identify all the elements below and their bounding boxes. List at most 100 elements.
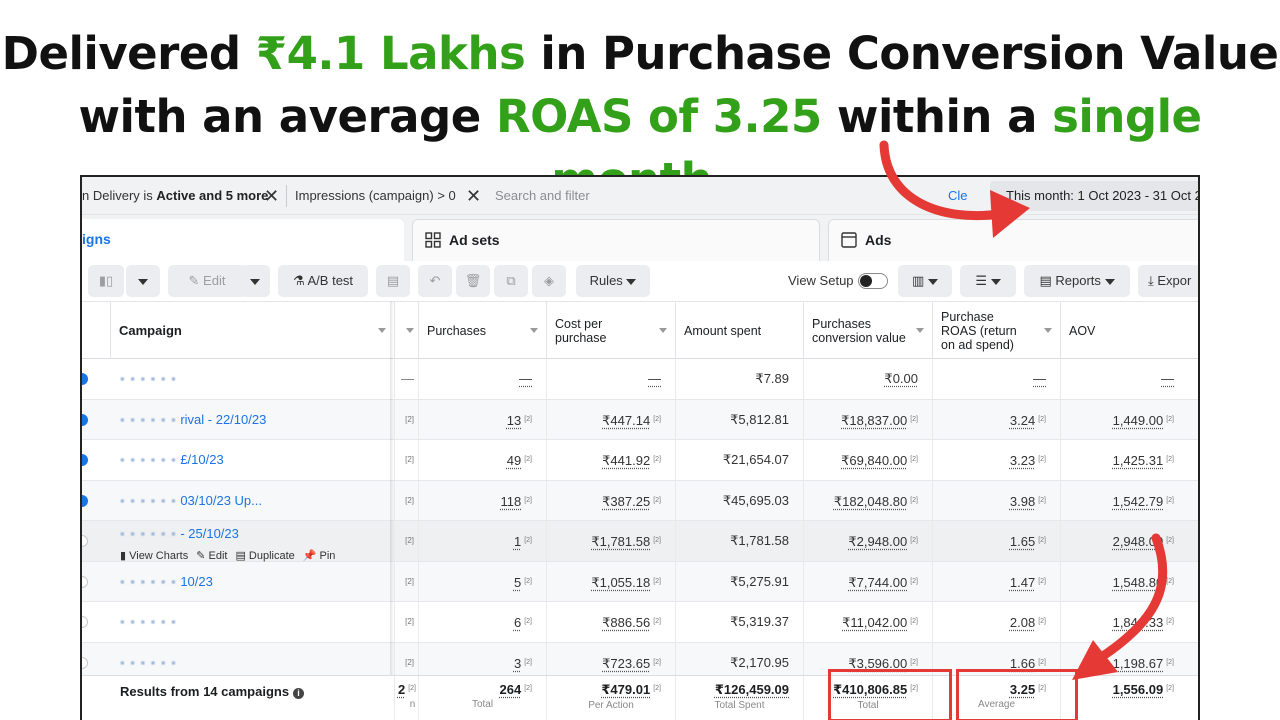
column-header-amount-spent[interactable]: Amount spent (675, 302, 803, 360)
undo-button[interactable]: ↶ (418, 265, 452, 297)
column-header-campaign[interactable]: Campaign (110, 302, 394, 360)
cell-purchases: — (418, 359, 546, 399)
highlight-box-total-value (828, 669, 952, 720)
cell-spent: ₹45,695.03 (675, 480, 803, 521)
tab-ads[interactable]: Ads (828, 219, 1198, 261)
search-input[interactable]: Search and filter (495, 183, 590, 209)
table-row[interactable]: ▪ ▪ ▪ ▪ ▪ ▪ - 25/10/23 ▮ View Charts ✎ Edi… (82, 521, 1198, 562)
status-toggle[interactable] (82, 535, 88, 547)
select-all-column[interactable] (82, 302, 110, 360)
cell-roas: 1.65 [2] (932, 521, 1060, 561)
total-amount-spent: ₹126,459.09 Total Spent (675, 676, 803, 720)
cell-value: ₹1,055.18 (591, 574, 651, 590)
filter-chip-impressions[interactable]: Impressions (campaign) > 0 (295, 183, 456, 209)
table-row[interactable]: ▪ ▪ ▪ ▪ ▪ ▪ £/10/23 [2] 49 [2] ₹441.92 [2] ₹21… (82, 440, 1198, 481)
filter-bar: n Delivery is Active and 5 more ✕ Impres… (82, 177, 1198, 215)
column-header-cost-per-purchase[interactable]: Cost per purchase (546, 302, 675, 360)
delete-button[interactable]: 🗑 (456, 265, 490, 297)
edit-dropdown-button[interactable] (240, 265, 270, 297)
pin-link[interactable]: 📌 Pin (303, 550, 336, 562)
rules-button[interactable]: Rules (576, 265, 650, 297)
preview-button[interactable]: ⧉ (494, 265, 528, 297)
breakdown-button[interactable]: ☰ (960, 265, 1016, 297)
cell-value: — (648, 371, 661, 386)
divider (286, 185, 287, 207)
campaign-name-link[interactable]: ▪ ▪ ▪ ▪ ▪ ▪ £/10/23 (120, 440, 224, 480)
cell-value: ₹7.89 (755, 371, 789, 386)
tab-campaigns[interactable]: igns (82, 219, 404, 261)
date-range-picker[interactable]: This month: 1 Oct 2023 - 31 Oct 2023 (990, 181, 1198, 211)
cell-value: 3.23 (1009, 453, 1036, 468)
cell-value: — (1033, 371, 1046, 386)
note-marker: [2] (1166, 415, 1174, 423)
filter-chip-delivery[interactable]: n Delivery is Active and 5 more (82, 183, 268, 209)
status-toggle[interactable] (82, 575, 88, 588)
view-charts-link[interactable]: ▮ View Charts (120, 550, 188, 562)
status-toggle[interactable] (82, 656, 88, 669)
cell-value: ₹441.92 (602, 453, 651, 468)
cell-value: [2] (405, 536, 414, 545)
status-toggle[interactable] (82, 413, 88, 426)
campaign-name-link[interactable]: ▪ ▪ ▪ ▪ ▪ ▪ 10/23 (120, 562, 213, 602)
chevron-down-icon (626, 278, 637, 285)
cell-value: 2,948.00 (1112, 534, 1164, 549)
view-setup-toggle[interactable] (858, 273, 888, 289)
cell-roas: 2.08 [2] (932, 602, 1060, 642)
clear-link[interactable]: Cle (948, 183, 968, 209)
table-row[interactable]: ▪ ▪ ▪ ▪ ▪ ▪ — — — ₹7.89 ₹0.00 — — (82, 359, 1198, 400)
total-cost-per-purchase: ₹479.01 [2] Per Action (546, 676, 675, 720)
note-marker: [2] (653, 415, 661, 423)
column-header-purchases[interactable]: Purchases (418, 302, 546, 360)
status-toggle[interactable] (82, 454, 88, 466)
status-toggle[interactable] (82, 616, 88, 628)
cell-purchases: 5 [2] (418, 561, 546, 602)
cell-value: ₹21,654.07 (722, 452, 789, 467)
info-icon[interactable]: i (293, 688, 305, 699)
copy-button[interactable]: ▮▯ (88, 265, 124, 297)
duplicate-link[interactable]: ▤ Duplicate (235, 550, 294, 562)
cell-value: ₹7,744.00 [2] (803, 561, 932, 602)
ab-test-button[interactable]: ⚗ A/B test (278, 265, 368, 297)
copy-dropdown-button[interactable] (126, 265, 160, 297)
status-toggle[interactable] (82, 494, 88, 507)
columns-button[interactable]: ▥ (898, 265, 952, 297)
column-header-purchase-roas[interactable]: Purchase ROAS (return on ad spend) (932, 302, 1060, 360)
campaign-name-link[interactable]: ▪ ▪ ▪ ▪ ▪ ▪ - 25/10/23 (120, 514, 239, 554)
edit-link[interactable]: ✎ Edit (196, 550, 227, 562)
close-icon[interactable]: ✕ (466, 183, 481, 209)
column-header-aov[interactable]: AOV (1060, 302, 1188, 360)
close-icon[interactable]: ✕ (264, 183, 279, 209)
column-header-purchases-conversion-value[interactable]: Purchases conversion value (803, 302, 932, 360)
table-row[interactable]: ▪ ▪ ▪ ▪ ▪ ▪ [2] 6 [2] ₹886.56 [2] ₹5,319.37 ₹1… (82, 602, 1198, 643)
table-row[interactable]: ▪ ▪ ▪ ▪ ▪ ▪ 03/10/23 Up... [2] 118 [2] ₹387.… (82, 480, 1198, 521)
status-toggle[interactable] (82, 373, 88, 385)
redacted-name: ▪ ▪ ▪ ▪ ▪ ▪ (120, 492, 177, 508)
note-marker: [2] (1038, 537, 1046, 544)
tab-ad-sets[interactable]: Ad sets (412, 219, 820, 261)
reports-button[interactable]: ▤ Reports (1024, 265, 1130, 297)
tag-button[interactable]: ◈ (532, 265, 566, 297)
sort-icon (530, 328, 538, 333)
note-marker: [2] (910, 537, 918, 544)
note-marker: [2] (1166, 456, 1174, 463)
cell-value: 3.98 (1009, 493, 1036, 509)
table-row[interactable]: ▪ ▪ ▪ ▪ ▪ ▪ rival - 22/10/23 [2] 13 [2] ₹447… (82, 399, 1198, 440)
clipboard-button[interactable]: ▤ (376, 265, 410, 297)
campaign-name-link[interactable]: ▪ ▪ ▪ ▪ ▪ ▪ rival - 22/10/23 (120, 400, 266, 440)
cell-value: ₹11,042.00 (842, 615, 908, 630)
column-header-label: Purchases (427, 324, 487, 338)
campaign-name-link[interactable]: ▪ ▪ ▪ ▪ ▪ ▪ (120, 359, 177, 399)
column-header-hidden[interactable] (394, 302, 418, 360)
total-value: 2 (397, 682, 406, 697)
note-marker: [2] (653, 618, 661, 625)
cell-cost: ₹387.25 [2] (546, 480, 675, 521)
export-button[interactable]: ⤓ Expor (1138, 265, 1198, 297)
sort-icon (1044, 328, 1052, 333)
table-row[interactable]: ▪ ▪ ▪ ▪ ▪ ▪ 10/23 [2] 5 [2] ₹1,055.18 [2] ₹5,2… (82, 561, 1198, 602)
cell-value: 2.08 (1009, 615, 1036, 630)
level-tabs: igns Ad sets Ads (82, 215, 1198, 261)
edit-button[interactable]: ✎ Edit (168, 265, 246, 297)
redacted-name: ▪ ▪ ▪ ▪ ▪ ▪ (120, 371, 177, 386)
campaign-name-link[interactable]: ▪ ▪ ▪ ▪ ▪ ▪ (120, 602, 177, 642)
note-marker: [2] (1038, 415, 1046, 423)
